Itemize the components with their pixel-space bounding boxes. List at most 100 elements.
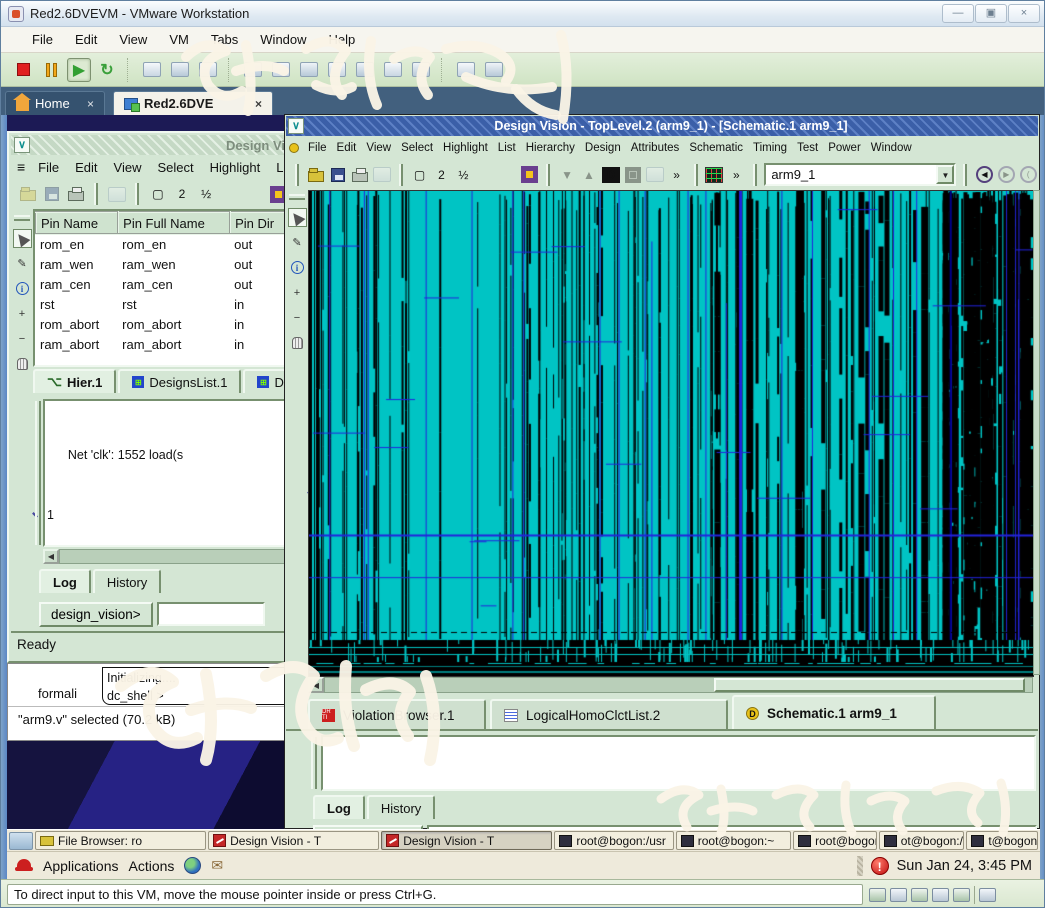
suspend-button[interactable] (39, 58, 63, 82)
taskbar-design-vision-1[interactable]: Design Vision - T (208, 831, 379, 850)
back-hscrollbar[interactable]: ◀ (43, 549, 293, 564)
front-menu-highlight[interactable]: Highlight (438, 140, 493, 156)
descend-icon[interactable]: ▼ (557, 164, 577, 186)
nav-back-icon[interactable]: ◀ (974, 164, 994, 186)
tab-de-truncated[interactable]: ⊞De (243, 369, 289, 393)
front-menu-edit[interactable]: Edit (332, 140, 362, 156)
back-tab-log[interactable]: Log (39, 569, 91, 593)
applications-menu[interactable]: Applications (43, 858, 119, 874)
snapshot-take-button[interactable] (140, 58, 164, 82)
col-pin-full-name[interactable]: Pin Full Name (118, 212, 230, 234)
info-tool[interactable]: i (288, 258, 307, 277)
table-row[interactable]: ram_cenram_cenout (36, 274, 290, 294)
log-sash[interactable] (311, 737, 317, 789)
network-device-icon[interactable] (911, 888, 928, 902)
back-menu-file[interactable]: File (31, 158, 66, 177)
link-icon[interactable] (645, 164, 665, 186)
table-row[interactable]: rom_enrom_enout (36, 234, 290, 254)
reset-button[interactable]: ↻ (95, 58, 119, 82)
tab-hier[interactable]: ⌥Hier.1 (33, 369, 116, 393)
nav-forward-icon[interactable]: ▶ (996, 164, 1016, 186)
panel-clock[interactable]: Sun Jan 24, 3:45 PM (897, 858, 1032, 874)
schematic-canvas[interactable] (308, 190, 1034, 677)
quick-switch-button[interactable] (269, 58, 293, 82)
front-menu-test[interactable]: Test (792, 140, 823, 156)
front-titlebar[interactable]: ∨ Design Vision - TopLevel.2 (arm9_1) - … (286, 116, 1038, 136)
front-menu-timing[interactable]: Timing (748, 140, 792, 156)
zoom-prev-icon[interactable] (220, 183, 241, 205)
front-menu-power[interactable]: Power (823, 140, 866, 156)
table-row[interactable]: ram_wenram_wenout (36, 254, 290, 274)
zoom-out-tool[interactable]: − (288, 308, 307, 327)
nav-up-icon[interactable]: ( (1018, 164, 1038, 186)
waveform-view-icon[interactable] (705, 164, 725, 186)
redhat-menu-icon[interactable] (15, 859, 33, 873)
back-window-menu-button[interactable]: ∨ (14, 137, 30, 153)
zoom-2x-icon[interactable]: 2 (171, 183, 192, 205)
tab-home-close-icon[interactable]: × (87, 97, 94, 111)
front-menu-view[interactable]: View (361, 140, 396, 156)
back-menu-highlight[interactable]: Highlight (203, 158, 268, 177)
symbol-view-icon[interactable] (623, 164, 643, 186)
front-window-menu-button[interactable]: ∨ (288, 118, 304, 134)
back-log-area[interactable]: Net 'clk': 1552 load(s 1 Current design … (43, 399, 293, 547)
menu-edit[interactable]: Edit (66, 29, 106, 50)
zoom-box-icon[interactable]: ▢ (410, 164, 430, 186)
taskbar-terminal-1[interactable]: root@bogon:/usr (554, 831, 673, 850)
back-menu-select[interactable]: Select (150, 158, 200, 177)
properties-icon[interactable] (106, 183, 127, 205)
tab-home[interactable]: Home × (5, 91, 105, 115)
open-icon[interactable] (17, 183, 38, 205)
schematic-view-icon[interactable]: D (601, 164, 621, 186)
zoom-out-icon[interactable] (244, 183, 265, 205)
front-menu-file[interactable]: File (303, 140, 332, 156)
front-menu-select[interactable]: Select (396, 140, 438, 156)
open-icon[interactable] (306, 164, 326, 186)
pan-tool[interactable] (13, 354, 32, 373)
log-sash[interactable] (35, 401, 41, 545)
zoom-box-icon[interactable]: ▢ (147, 183, 168, 205)
table-row[interactable]: rom_abortrom_abortin (36, 314, 290, 334)
zoom-2x-icon[interactable]: 2 (432, 164, 452, 186)
show-sidebar-button[interactable] (241, 58, 265, 82)
tab-designslist[interactable]: ⊞DesignsList.1 (118, 369, 241, 393)
menu-help[interactable]: Help (320, 29, 365, 50)
pencil-tool[interactable]: ✎ (288, 233, 307, 252)
zoom-out-tool[interactable]: − (13, 329, 32, 348)
taskbar-terminal-5[interactable]: t@bogon:~ (966, 831, 1038, 850)
cdrom-device-icon[interactable] (869, 888, 886, 902)
capture-screen-button[interactable] (454, 58, 478, 82)
close-button[interactable]: × (1008, 4, 1040, 23)
console-view-button[interactable] (381, 58, 405, 82)
toolbar-handle[interactable] (14, 215, 30, 221)
update-alert-icon[interactable]: ! (871, 857, 889, 875)
zoom-in-tool[interactable]: + (288, 283, 307, 302)
harddisk-device-icon[interactable] (890, 888, 907, 902)
col-pin-name[interactable]: Pin Name (36, 212, 118, 234)
taskbar-terminal-3[interactable]: root@bogon:~ (793, 831, 877, 850)
floppy-device-icon[interactable] (953, 888, 970, 902)
scroll-left-arrow[interactable]: ◀ (308, 677, 324, 693)
col-pin-dir[interactable]: Pin Dir (230, 212, 290, 234)
workspace-switcher[interactable] (9, 832, 33, 850)
select-tool[interactable] (13, 229, 32, 248)
taskbar-terminal-4[interactable]: ot@bogon:/u (879, 831, 965, 850)
settings-button[interactable] (353, 58, 377, 82)
summary-view-button[interactable] (409, 58, 433, 82)
front-menu-schematic[interactable]: Schematic (684, 140, 748, 156)
back-command-input[interactable] (157, 602, 265, 626)
sound-device-icon[interactable] (932, 888, 949, 902)
tab-vm-close-icon[interactable]: × (255, 97, 262, 111)
print-icon[interactable] (350, 164, 370, 186)
restore-button[interactable]: ▣ (975, 4, 1007, 23)
front-menu-list[interactable]: List (493, 140, 521, 156)
taskbar-terminal-2[interactable]: root@bogon:~ (676, 831, 791, 850)
toolbar-handle[interactable] (289, 194, 305, 200)
email-launcher-icon[interactable]: ✉ (211, 857, 223, 874)
unity-button[interactable] (325, 58, 349, 82)
table-row[interactable]: rstrstin (36, 294, 290, 314)
menu-view[interactable]: View (110, 29, 156, 50)
tab-logical-homo-clct-list[interactable]: LogicalHomoClctList.2 (490, 699, 728, 729)
front-menu-window[interactable]: Window (866, 140, 917, 156)
taskbar-design-vision-2[interactable]: Design Vision - T (381, 831, 552, 850)
